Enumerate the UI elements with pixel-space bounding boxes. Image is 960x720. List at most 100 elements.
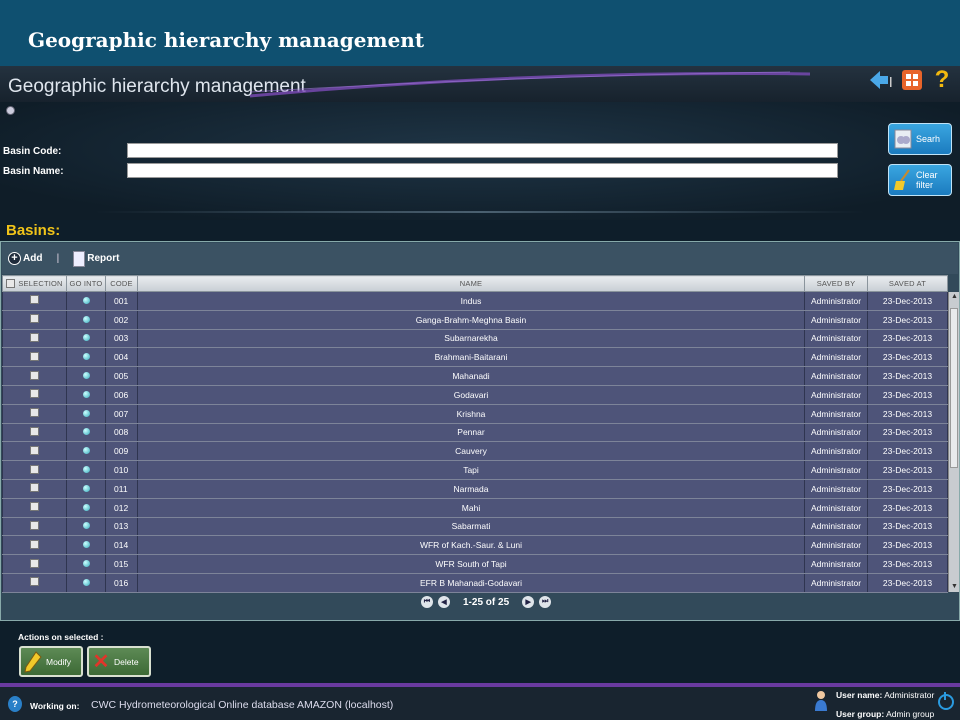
row-checkbox[interactable] (30, 539, 39, 549)
select-all-checkbox[interactable] (6, 279, 16, 289)
go-into-icon[interactable] (82, 428, 90, 436)
row-select-checkbox-cell[interactable] (2, 366, 67, 386)
row-select-checkbox-cell[interactable] (2, 478, 67, 499)
row-checkbox[interactable] (30, 464, 39, 474)
scrollbar-thumb[interactable] (950, 308, 958, 468)
row-select-checkbox-cell[interactable] (2, 497, 67, 518)
next-page-icon[interactable]: ▶ (522, 596, 535, 608)
column-header-saved-at[interactable]: SAVED AT (867, 275, 948, 292)
table-row[interactable]: 016 EFR B Mahanadi-Godavari Administrator 2… (2, 572, 948, 593)
row-select-checkbox-cell[interactable] (2, 572, 67, 593)
row-select-checkbox-cell[interactable] (2, 460, 67, 480)
go-into-icon[interactable] (82, 560, 90, 568)
column-header-name[interactable]: NAME (137, 275, 805, 292)
row-checkbox[interactable] (30, 370, 39, 380)
go-into-icon[interactable] (82, 353, 90, 361)
back-arrow-icon[interactable] (870, 68, 894, 92)
basin-code-input[interactable] (127, 143, 838, 158)
row-checkbox[interactable] (30, 483, 39, 493)
first-page-icon[interactable]: ⏮ (421, 596, 433, 608)
go-into-icon[interactable] (82, 578, 90, 586)
row-checkbox[interactable] (30, 332, 39, 342)
help-icon[interactable]: ? (930, 66, 954, 93)
row-checkbox[interactable] (30, 295, 39, 305)
table-row[interactable]: 004 Brahmani-Baitarani Administrator 23-Dec… (2, 347, 948, 368)
go-into-cell[interactable] (66, 291, 106, 311)
report-button[interactable]: Report (73, 250, 120, 267)
row-checkbox[interactable] (30, 314, 39, 324)
row-checkbox[interactable] (30, 577, 39, 587)
grid-icon[interactable] (900, 68, 924, 92)
go-into-cell[interactable] (66, 309, 106, 330)
logout-power-icon[interactable] (938, 692, 954, 710)
last-page-icon[interactable]: ⏭ (539, 596, 552, 608)
go-into-cell[interactable] (66, 572, 106, 593)
go-into-cell[interactable] (66, 460, 106, 480)
go-into-cell[interactable] (66, 478, 106, 499)
scroll-up-icon[interactable]: ▲ (949, 292, 960, 302)
go-into-icon[interactable] (82, 447, 90, 455)
table-row[interactable]: 013 Sabarmati Administrator 23-Dec-2013 (2, 516, 948, 537)
table-row[interactable]: 003 Subarnarekha Administrator 23-Dec-2013 (2, 328, 948, 349)
table-row[interactable]: 011 Narmada Administrator 23-Dec-2013 (2, 478, 948, 499)
row-select-checkbox-cell[interactable] (2, 535, 67, 556)
row-select-checkbox-cell[interactable] (2, 291, 67, 311)
go-into-icon[interactable] (82, 409, 90, 417)
row-checkbox[interactable] (30, 502, 39, 512)
table-row[interactable]: 001 Indus Administrator 23-Dec-2013 (2, 291, 948, 311)
table-row[interactable]: 014 WFR of Kach.-Saur. & Luni Administrato… (2, 535, 948, 556)
row-checkbox[interactable] (30, 520, 39, 530)
table-row[interactable]: 005 Mahanadi Administrator 23-Dec-2013 (2, 366, 948, 386)
row-select-checkbox-cell[interactable] (2, 554, 67, 574)
row-checkbox[interactable] (30, 558, 39, 568)
table-row[interactable]: 007 Krishna Administrator 23-Dec-2013 (2, 403, 948, 424)
clear-filter-button[interactable]: Clear filter (888, 164, 952, 196)
column-header-selection[interactable]: SELECTION (2, 275, 67, 292)
go-into-cell[interactable] (66, 403, 106, 424)
basin-name-input[interactable] (127, 163, 838, 178)
row-select-checkbox-cell[interactable] (2, 403, 67, 424)
column-header-code[interactable]: CODE (105, 275, 138, 292)
go-into-icon[interactable] (82, 541, 90, 549)
row-checkbox[interactable] (30, 426, 39, 436)
go-into-icon[interactable] (82, 372, 90, 380)
delete-button[interactable]: ✕ Delete (87, 646, 151, 677)
table-row[interactable]: 009 Cauvery Administrator 23-Dec-2013 (2, 441, 948, 462)
go-into-icon[interactable] (82, 484, 90, 492)
go-into-cell[interactable] (66, 497, 106, 518)
modify-button[interactable]: Modify (19, 646, 83, 677)
column-header-saved-by[interactable]: SAVED BY (804, 275, 868, 292)
go-into-cell[interactable] (66, 516, 106, 537)
scroll-down-icon[interactable]: ▼ (949, 582, 960, 592)
go-into-cell[interactable] (66, 347, 106, 368)
table-row[interactable]: 002 Ganga-Brahm-Meghna Basin Administrator… (2, 309, 948, 330)
table-row[interactable]: 008 Pennar Administrator 23-Dec-2013 (2, 422, 948, 443)
row-select-checkbox-cell[interactable] (2, 309, 67, 330)
row-select-checkbox-cell[interactable] (2, 384, 67, 405)
go-into-icon[interactable] (82, 503, 90, 511)
row-checkbox[interactable] (30, 389, 39, 399)
go-into-icon[interactable] (82, 390, 90, 398)
row-select-checkbox-cell[interactable] (2, 422, 67, 443)
row-select-checkbox-cell[interactable] (2, 516, 67, 537)
grid-scrollbar[interactable]: ▲ ▼ (948, 292, 959, 592)
row-checkbox[interactable] (30, 445, 39, 455)
go-into-icon[interactable] (82, 522, 90, 530)
row-select-checkbox-cell[interactable] (2, 441, 67, 462)
go-into-cell[interactable] (66, 441, 106, 462)
table-row[interactable]: 010 Tapi Administrator 23-Dec-2013 (2, 460, 948, 480)
collapse-toggle-icon[interactable] (6, 106, 15, 115)
row-checkbox[interactable] (30, 351, 39, 361)
previous-page-icon[interactable]: ◀ (438, 596, 450, 608)
row-checkbox[interactable] (30, 408, 39, 418)
table-row[interactable]: 006 Godavari Administrator 23-Dec-2013 (2, 384, 948, 405)
go-into-cell[interactable] (66, 384, 106, 405)
go-into-icon[interactable] (82, 334, 90, 342)
go-into-cell[interactable] (66, 328, 106, 349)
go-into-icon[interactable] (82, 296, 90, 304)
go-into-icon[interactable] (82, 315, 90, 323)
row-select-checkbox-cell[interactable] (2, 328, 67, 349)
add-button[interactable]: + Add (8, 252, 42, 265)
go-into-cell[interactable] (66, 422, 106, 443)
go-into-icon[interactable] (82, 466, 90, 474)
